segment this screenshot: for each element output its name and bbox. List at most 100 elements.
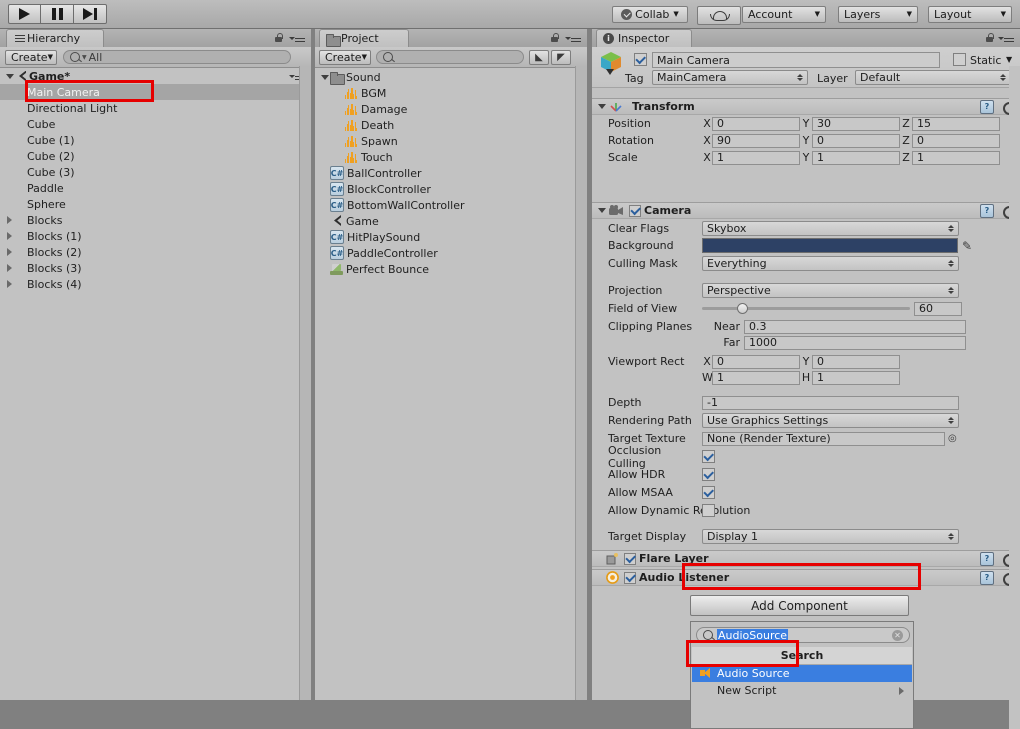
collapse-arrow-icon[interactable]	[598, 208, 606, 213]
transform-x-input[interactable]: 90	[712, 133, 800, 148]
project-item[interactable]: Sound	[315, 69, 577, 85]
hierarchy-item[interactable]: Cube	[0, 116, 301, 132]
component-search-input[interactable]: AudioSource ✕	[696, 627, 910, 643]
expand-arrow-icon[interactable]	[319, 74, 330, 80]
project-scrollbar[interactable]	[575, 66, 587, 700]
project-create-button[interactable]: Create ▼	[319, 49, 371, 65]
expand-arrow-icon[interactable]	[4, 232, 15, 240]
occlusion-checkbox[interactable]	[702, 450, 715, 463]
cloud-button[interactable]	[697, 6, 741, 25]
hierarchy-menu-icon[interactable]	[289, 34, 305, 43]
hierarchy-item[interactable]: Cube (1)	[0, 132, 301, 148]
project-item[interactable]: Touch	[315, 149, 577, 165]
static-dropdown-icon[interactable]: ▼	[1006, 55, 1012, 64]
target-display-dropdown[interactable]: Display 1	[702, 529, 959, 544]
project-item[interactable]: C# BottomWallController	[315, 197, 577, 213]
hierarchy-search-input[interactable]: ▼ All	[63, 50, 291, 64]
hierarchy-item[interactable]: Sphere	[0, 196, 301, 212]
expand-arrow-icon[interactable]	[4, 280, 15, 288]
hierarchy-item[interactable]: Blocks	[0, 212, 301, 228]
hierarchy-item[interactable]: Paddle	[0, 180, 301, 196]
layers-button[interactable]: Layers ▼	[838, 6, 918, 23]
camera-component-header[interactable]: Camera ?	[592, 202, 1020, 219]
account-button[interactable]: Account ▼	[742, 6, 826, 23]
dynres-checkbox[interactable]	[702, 504, 715, 517]
transform-z-input[interactable]: 0	[912, 133, 1000, 148]
hierarchy-scene-row[interactable]: Game*	[0, 68, 311, 84]
hierarchy-item[interactable]: Directional Light	[0, 100, 301, 116]
depth-input[interactable]: -1	[702, 395, 959, 410]
collab-button[interactable]: Collab ▼	[612, 6, 688, 23]
hierarchy-create-button[interactable]: Create ▼	[5, 49, 57, 65]
viewport-y-input[interactable]: 0	[812, 354, 900, 369]
audio-listener-enabled-checkbox[interactable]	[624, 571, 636, 584]
hierarchy-item[interactable]: Main Camera	[0, 84, 301, 100]
tab-inspector[interactable]: i Inspector	[596, 29, 692, 47]
help-icon[interactable]: ?	[980, 570, 994, 585]
transform-x-input[interactable]: 1	[712, 150, 800, 165]
camera-enabled-checkbox[interactable]	[629, 204, 641, 217]
component-result-item[interactable]: Audio Source	[692, 665, 912, 682]
msaa-checkbox[interactable]	[702, 486, 715, 499]
flare-layer-enabled-checkbox[interactable]	[624, 552, 636, 565]
project-item[interactable]: C# HitPlaySound	[315, 229, 577, 245]
layout-button[interactable]: Layout ▼	[928, 6, 1012, 23]
expand-arrow-icon[interactable]	[4, 264, 15, 272]
add-component-button[interactable]: Add Component	[690, 595, 909, 616]
hierarchy-scrollbar[interactable]	[299, 66, 311, 700]
culling-mask-dropdown[interactable]: Everything	[702, 256, 959, 271]
clear-search-icon[interactable]: ✕	[892, 629, 903, 641]
project-item[interactable]: Game	[315, 213, 577, 229]
project-item[interactable]: Spawn	[315, 133, 577, 149]
project-search-input[interactable]	[376, 50, 524, 64]
viewport-w-input[interactable]: 1	[712, 370, 800, 385]
object-picker-icon[interactable]: ◎	[948, 433, 957, 444]
tab-hierarchy[interactable]: Hierarchy	[6, 29, 104, 47]
filter-by-label-button[interactable]: ◤	[551, 49, 571, 65]
pause-button[interactable]	[41, 4, 74, 24]
target-texture-field[interactable]: None (Render Texture)	[702, 431, 945, 446]
project-item[interactable]: Damage	[315, 101, 577, 117]
near-input[interactable]: 0.3	[744, 319, 966, 334]
hierarchy-item[interactable]: Blocks (2)	[0, 244, 301, 260]
inspector-scrollbar[interactable]	[1009, 66, 1020, 729]
layer-dropdown[interactable]: Default	[855, 70, 1011, 85]
transform-y-input[interactable]: 0	[812, 133, 900, 148]
fov-input[interactable]: 60	[914, 301, 962, 316]
step-button[interactable]	[74, 4, 107, 24]
clear-flags-dropdown[interactable]: Skybox	[702, 221, 959, 236]
lock-icon[interactable]	[274, 33, 283, 43]
project-item[interactable]: C# BallController	[315, 165, 577, 181]
help-icon[interactable]: ?	[980, 203, 994, 218]
expand-arrow-icon[interactable]	[4, 73, 15, 79]
hierarchy-item[interactable]: Cube (2)	[0, 148, 301, 164]
transform-y-input[interactable]: 30	[812, 116, 900, 131]
viewport-x-input[interactable]: 0	[712, 354, 800, 369]
flare-layer-component-header[interactable]: Flare Layer ?	[592, 550, 1020, 567]
transform-component-header[interactable]: Transform ?	[592, 98, 1020, 115]
static-checkbox[interactable]	[953, 53, 966, 66]
tab-project[interactable]: Project	[319, 29, 409, 47]
collapse-arrow-icon[interactable]	[598, 104, 606, 109]
transform-y-input[interactable]: 1	[812, 150, 900, 165]
tag-dropdown[interactable]: MainCamera	[652, 70, 808, 85]
transform-z-input[interactable]: 15	[912, 116, 1000, 131]
viewport-h-input[interactable]: 1	[812, 370, 900, 385]
project-item[interactable]: C# PaddleController	[315, 245, 577, 261]
lock-icon[interactable]	[985, 33, 994, 43]
expand-arrow-icon[interactable]	[4, 216, 15, 224]
audio-listener-component-header[interactable]: Audio Listener ?	[592, 569, 1020, 586]
play-button[interactable]	[8, 4, 41, 24]
rendering-path-dropdown[interactable]: Use Graphics Settings	[702, 413, 959, 428]
expand-arrow-icon[interactable]	[4, 248, 15, 256]
hierarchy-item[interactable]: Blocks (3)	[0, 260, 301, 276]
project-item[interactable]: Perfect Bounce	[315, 261, 577, 277]
object-enabled-checkbox[interactable]	[634, 53, 647, 66]
inspector-menu-icon[interactable]	[998, 34, 1014, 43]
project-menu-icon[interactable]	[565, 34, 581, 43]
object-name-input[interactable]: Main Camera	[652, 52, 940, 68]
lock-icon[interactable]	[550, 33, 559, 43]
component-result-item[interactable]: New Script	[692, 682, 912, 699]
transform-x-input[interactable]: 0	[712, 116, 800, 131]
fov-slider[interactable]	[702, 302, 910, 316]
